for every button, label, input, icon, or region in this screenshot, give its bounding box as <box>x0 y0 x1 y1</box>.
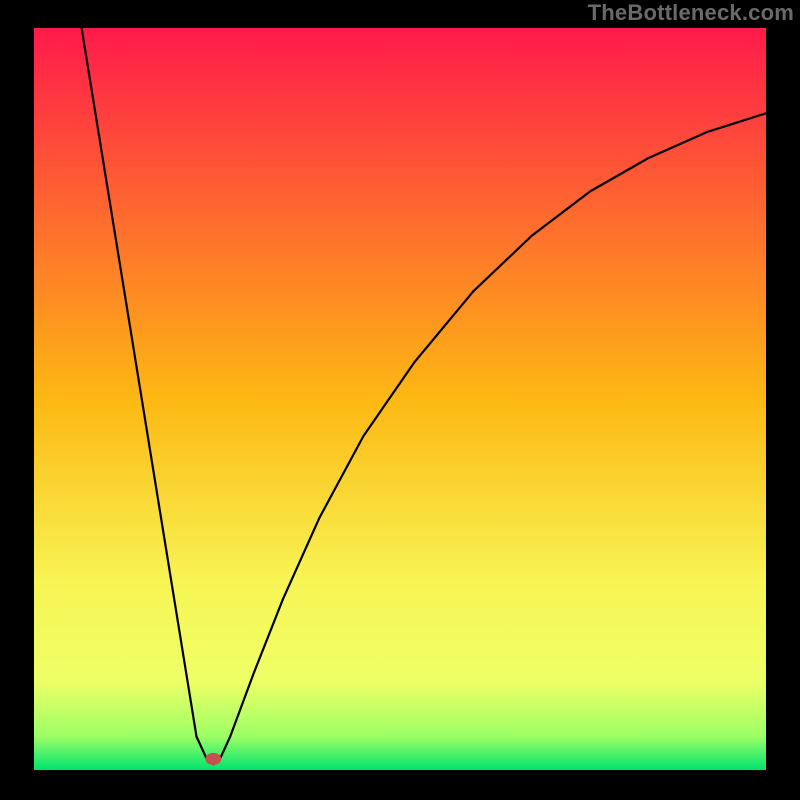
plot-background <box>34 28 766 770</box>
chart-frame: TheBottleneck.com <box>0 0 800 800</box>
optimum-marker <box>205 753 221 765</box>
chart-canvas <box>0 0 800 800</box>
watermark-text: TheBottleneck.com <box>588 0 794 26</box>
